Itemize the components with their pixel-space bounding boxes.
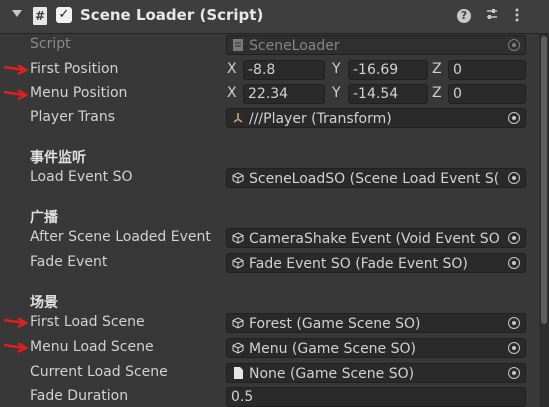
menu-position-label: Menu Position xyxy=(30,85,128,101)
player-trans-value: ///Player (Transform) xyxy=(249,111,392,127)
scriptable-object-icon xyxy=(232,172,244,184)
menu-position-y-input[interactable]: -14.54 xyxy=(348,84,428,104)
after-scene-loaded-event-value: CameraShake Event (Void Event SO xyxy=(249,231,500,247)
component-title: Scene Loader (Script) xyxy=(80,6,264,24)
section-header-events: 事件监听 xyxy=(30,150,86,166)
first-position-x-input[interactable]: -8.8 xyxy=(243,60,325,80)
scriptable-object-icon xyxy=(232,317,244,329)
object-picker-icon[interactable] xyxy=(508,257,520,269)
first-load-scene-value: Forest (Game Scene SO) xyxy=(249,316,421,332)
y-axis-label: Y xyxy=(332,85,341,101)
x-axis-label: X xyxy=(227,61,237,77)
red-arrow-icon xyxy=(4,90,28,100)
script-label: Script xyxy=(30,36,71,52)
enabled-checkbox[interactable]: ✓ xyxy=(56,7,72,23)
empty-file-icon xyxy=(234,367,243,379)
first-position-label: First Position xyxy=(30,61,119,77)
object-picker-icon xyxy=(508,39,520,51)
y-axis-label: Y xyxy=(332,61,341,77)
object-picker-icon[interactable] xyxy=(508,367,520,379)
current-load-scene-field[interactable]: None (Game Scene SO) xyxy=(226,363,526,383)
first-load-scene-label: First Load Scene xyxy=(30,314,145,330)
object-picker-icon[interactable] xyxy=(508,172,520,184)
z-axis-label: Z xyxy=(432,85,442,101)
player-trans-label: Player Trans xyxy=(30,109,116,125)
red-arrow-icon xyxy=(4,343,28,353)
after-scene-loaded-event-field[interactable]: CameraShake Event (Void Event SO xyxy=(226,228,526,248)
fade-duration-label: Fade Duration xyxy=(30,388,129,404)
load-event-so-label: Load Event SO xyxy=(30,169,133,185)
load-event-so-field[interactable]: SceneLoadSO (Scene Load Event S( xyxy=(226,168,526,188)
component-header: # ✓ Scene Loader (Script) ? xyxy=(0,0,549,34)
after-scene-loaded-event-label: After Scene Loaded Event xyxy=(30,229,211,245)
menu-load-scene-value: Menu (Game Scene SO) xyxy=(249,341,416,357)
red-arrow-icon xyxy=(4,318,28,328)
script-file-icon xyxy=(233,39,243,51)
scriptable-object-icon xyxy=(232,257,244,269)
script-hash-icon: # xyxy=(33,7,47,25)
first-load-scene-field[interactable]: Forest (Game Scene SO) xyxy=(226,313,526,333)
menu-load-scene-label: Menu Load Scene xyxy=(30,339,154,355)
red-arrow-icon xyxy=(4,65,28,75)
object-picker-icon[interactable] xyxy=(508,232,520,244)
scriptable-object-icon xyxy=(232,342,244,354)
object-picker-icon[interactable] xyxy=(508,112,520,124)
object-picker-icon[interactable] xyxy=(508,342,520,354)
fold-triangle-icon[interactable] xyxy=(12,10,22,17)
first-position-y-input[interactable]: -16.69 xyxy=(348,60,428,80)
load-event-so-value: SceneLoadSO (Scene Load Event S( xyxy=(249,171,500,187)
scrollbar-thumb[interactable] xyxy=(541,36,547,324)
scriptable-object-icon xyxy=(232,232,244,244)
section-header-broadcast: 广播 xyxy=(30,210,58,226)
z-axis-label: Z xyxy=(432,61,442,77)
current-load-scene-label: Current Load Scene xyxy=(30,364,168,380)
section-header-scene: 场景 xyxy=(30,295,58,311)
help-icon[interactable]: ? xyxy=(457,9,471,23)
x-axis-label: X xyxy=(227,85,237,101)
current-load-scene-value: None (Game Scene SO) xyxy=(249,366,415,382)
menu-position-x-input[interactable]: 22.34 xyxy=(243,84,325,104)
first-position-z-input[interactable]: 0 xyxy=(448,60,526,80)
menu-position-z-input[interactable]: 0 xyxy=(448,84,526,104)
player-trans-field[interactable]: ///Player (Transform) xyxy=(226,108,526,128)
fade-event-label: Fade Event xyxy=(30,254,108,270)
script-field: SceneLoader xyxy=(226,35,526,55)
menu-load-scene-field[interactable]: Menu (Game Scene SO) xyxy=(226,338,526,358)
object-picker-icon[interactable] xyxy=(508,317,520,329)
transform-icon xyxy=(233,113,243,123)
fade-duration-input[interactable]: 0.5 xyxy=(226,387,526,407)
fade-event-field[interactable]: Fade Event SO (Fade Event SO) xyxy=(226,253,526,273)
more-options-icon[interactable] xyxy=(508,7,526,25)
fade-event-value: Fade Event SO (Fade Event SO) xyxy=(249,256,468,272)
preset-sliders-icon[interactable] xyxy=(483,7,501,25)
script-value: SceneLoader xyxy=(249,38,340,54)
